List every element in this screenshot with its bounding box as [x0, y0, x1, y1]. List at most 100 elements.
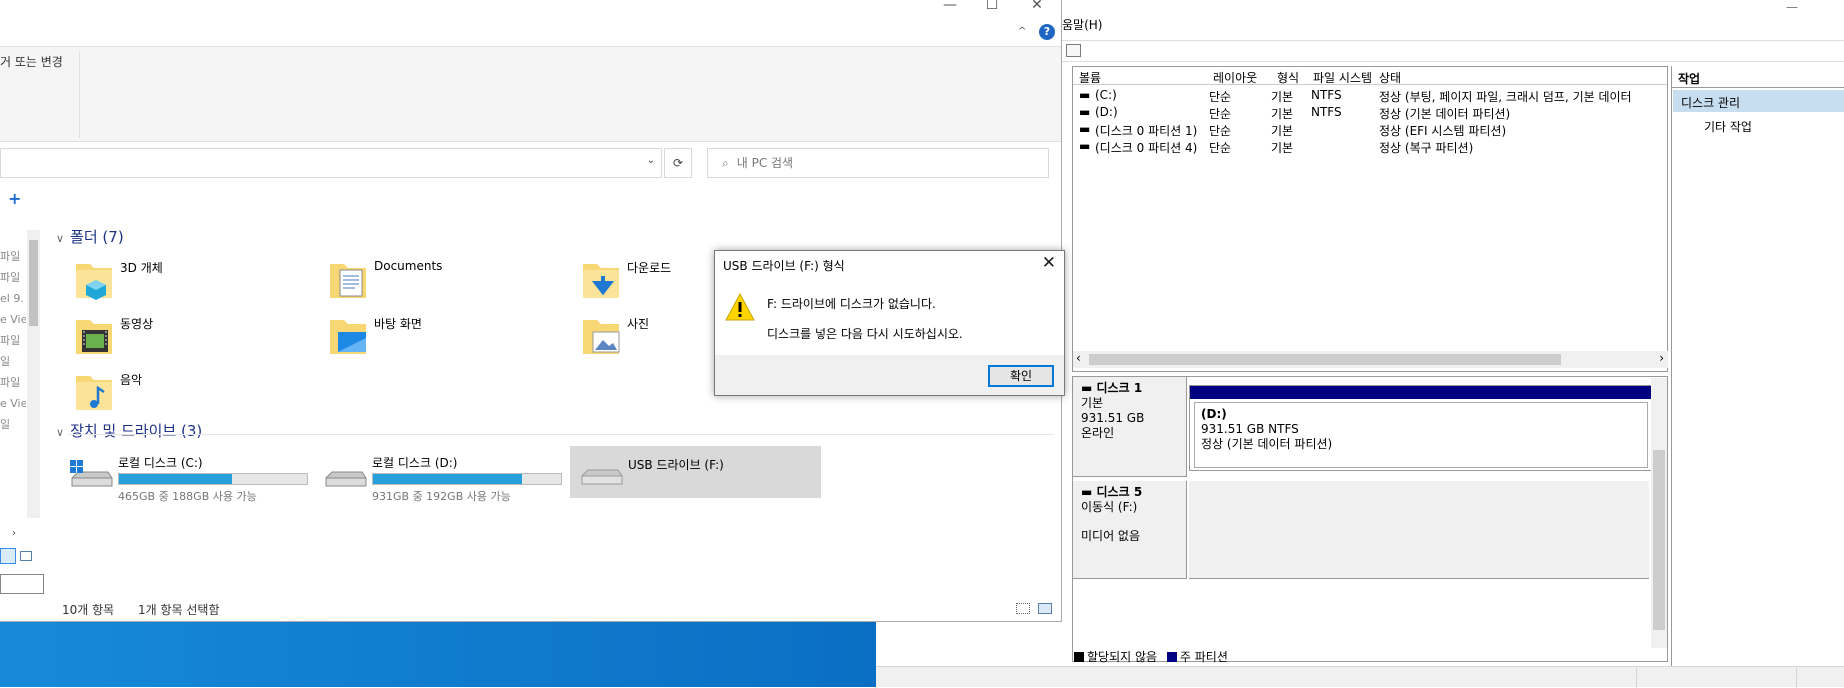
column-type[interactable]: 형식	[1277, 69, 1299, 86]
videos-folder-icon	[76, 320, 112, 354]
nav-item[interactable]: 파일	[0, 372, 26, 393]
help-icon[interactable]: ?	[1039, 24, 1055, 40]
dialog-footer: 확인	[715, 355, 1064, 395]
primary-partition-bar	[1190, 386, 1652, 399]
nav-item[interactable]: e Vie	[0, 309, 26, 330]
volume-row[interactable]: ▬ (디스크 0 파티션 4) 단순 기본 정상 (복구 파티션)	[1073, 138, 1667, 155]
volume-icon: ▬	[1079, 105, 1091, 119]
action-disk-management[interactable]: 디스크 관리	[1673, 90, 1844, 112]
search-icon: ⌕	[722, 156, 729, 170]
volume-icon: ▬	[1079, 139, 1091, 153]
large-icons-view-icon[interactable]	[20, 551, 32, 561]
column-status[interactable]: 상태	[1379, 69, 1401, 86]
status-item-count: 10개 항목	[62, 603, 115, 617]
partition-d[interactable]: (D:) 931.51 GB NTFS 정상 (기본 데이터 파티션)	[1189, 385, 1653, 471]
folder-item-music[interactable]: 음악	[74, 368, 324, 420]
add-icon[interactable]: +	[8, 189, 21, 208]
maximize-button[interactable]: ☐	[972, 0, 1012, 12]
legend: 할당되지 않음 주 파티션	[1074, 648, 1228, 665]
actions-header: 작업	[1672, 66, 1844, 88]
menu-help[interactable]: 움말(H)	[1062, 16, 1102, 33]
scroll-right-icon[interactable]: ›	[12, 528, 16, 539]
nav-item[interactable]: 일	[0, 414, 26, 435]
documents-folder-icon	[330, 264, 366, 298]
disk-icon: ▬	[1081, 485, 1097, 499]
drive-usage-bar	[118, 473, 308, 485]
nav-item[interactable]: 파일	[0, 267, 26, 288]
nav-item[interactable]: e Vie	[0, 393, 26, 414]
nav-item[interactable]: 파일	[0, 330, 26, 351]
desktop-folder-icon	[330, 320, 366, 354]
volume-icon: ▬	[1079, 122, 1091, 136]
chevron-down-icon: ∨	[56, 426, 65, 439]
downloads-folder-icon	[583, 264, 619, 298]
folder-item-videos[interactable]: 동영상	[74, 312, 324, 364]
folder-item-desktop[interactable]: 바탕 화면	[328, 312, 578, 364]
disk-5-empty-area	[1189, 481, 1649, 579]
properties-icon[interactable]	[1066, 44, 1081, 57]
disk-view-vscrollbar[interactable]	[1651, 378, 1667, 648]
warning-icon	[725, 293, 755, 321]
column-volume[interactable]: 볼륨	[1079, 69, 1101, 86]
large-icons-view-icon[interactable]	[1038, 603, 1052, 614]
ribbon-label[interactable]: 거 또는 변경	[0, 53, 63, 70]
toolbar	[1062, 40, 1844, 62]
drive-item-usb-f[interactable]: USB 드라이브 (F:)	[570, 446, 821, 498]
drive-usage-bar	[372, 473, 562, 485]
address-bar[interactable]: ⌄	[0, 148, 662, 178]
dialog-message-2: 디스크를 넣은 다음 다시 시도하십시오.	[767, 327, 963, 341]
volume-row[interactable]: ▬ (C:) 단순 기본 NTFS 정상 (부팅, 페이지 파일, 크래시 덤프…	[1073, 87, 1667, 104]
navigation-pane[interactable]: 파일 파일 el 9. e Vie 파일 일 파일 e Vie 일	[0, 246, 26, 516]
status-selected-count: 1개 항목 선택함	[138, 603, 220, 617]
volume-icon: ▬	[1079, 88, 1091, 102]
dialog-close-button[interactable]: ✕	[1042, 253, 1056, 273]
windows-drive-icon	[70, 460, 113, 487]
scroll-right-icon[interactable]: ›	[1659, 351, 1664, 365]
action-more-actions[interactable]: 기타 작업	[1704, 118, 1752, 135]
volume-list-hscrollbar[interactable]: ‹ ›	[1073, 351, 1668, 368]
nav-item[interactable]: el 9.	[0, 288, 26, 309]
nav-scrollbar[interactable]	[27, 230, 40, 518]
dm-status-bar	[876, 666, 1844, 688]
dm-minimize-button[interactable]: —	[1786, 0, 1798, 14]
folders-section-header[interactable]: ∨ 폴더 (7)	[56, 226, 124, 247]
volume-list-header: 볼륨 레이아웃 형식 파일 시스템 상태	[1073, 67, 1667, 86]
format-error-dialog: USB 드라이브 (F:) 형식 ✕ F: 드라이브에 디스크가 없습니다. 디…	[714, 250, 1065, 396]
music-folder-icon	[76, 376, 112, 410]
refresh-button[interactable]: ⟳	[664, 148, 692, 178]
volume-list: 볼륨 레이아웃 형식 파일 시스템 상태 ▬ (C:) 단순 기본 NTFS 정…	[1072, 66, 1668, 372]
nav-item[interactable]: 일	[0, 351, 26, 372]
pictures-folder-icon	[583, 320, 620, 354]
desktop-background	[0, 620, 876, 687]
volume-row[interactable]: ▬ (디스크 0 파티션 1) 단순 기본 정상 (EFI 시스템 파티션)	[1073, 121, 1667, 138]
ok-button[interactable]: 확인	[988, 365, 1054, 387]
details-view-icon[interactable]	[1016, 603, 1030, 614]
ribbon: 거 또는 변경	[0, 46, 1061, 142]
dialog-title: USB 드라이브 (F:) 형식	[723, 259, 845, 273]
drive-item-d[interactable]: 로컬 디스크 (D:) 931GB 중 192GB 사용 가능	[322, 446, 582, 503]
volume-row[interactable]: ▬ (D:) 단순 기본 NTFS 정상 (기본 데이터 파티션)	[1073, 104, 1667, 121]
column-filesystem[interactable]: 파일 시스템	[1313, 69, 1372, 86]
nav-textbox[interactable]	[0, 574, 44, 594]
search-placeholder: 내 PC 검색	[736, 156, 794, 170]
chevron-down-icon[interactable]: ⌄	[647, 155, 655, 166]
dialog-message-1: F: 드라이브에 디스크가 없습니다.	[767, 297, 936, 311]
disk-graphical-view: ▬ 디스크 1 기본 931.51 GB 온라인 (D:) 931.51 GB …	[1072, 376, 1668, 662]
search-input[interactable]: ⌕ 내 PC 검색	[707, 148, 1049, 178]
disk-icon: ▬	[1081, 381, 1097, 395]
disk-5-label[interactable]: ▬ 디스크 5 이동식 (F:) 미디어 없음	[1073, 481, 1187, 579]
hard-drive-icon	[325, 471, 367, 487]
drive-item-c[interactable]: 로컬 디스크 (C:) 465GB 중 188GB 사용 가능	[68, 446, 328, 503]
disk-1-label[interactable]: ▬ 디스크 1 기본 931.51 GB 온라인	[1073, 377, 1187, 477]
close-button[interactable]: ✕	[1017, 0, 1057, 12]
column-layout[interactable]: 레이아웃	[1213, 69, 1257, 86]
nav-item[interactable]: 파일	[0, 246, 26, 267]
minimize-button[interactable]: —	[930, 0, 970, 12]
folder-item-3d-objects[interactable]: 3D 개체	[74, 256, 324, 308]
devices-section-header[interactable]: ∨ 장치 및 드라이브 (3)	[56, 420, 202, 441]
unallocated-swatch	[1074, 652, 1084, 662]
scroll-left-icon[interactable]: ‹	[1076, 351, 1081, 365]
details-view-icon[interactable]	[0, 548, 16, 564]
ribbon-collapse-icon[interactable]: ^	[1018, 26, 1026, 37]
folder-item-documents[interactable]: Documents	[328, 256, 578, 308]
